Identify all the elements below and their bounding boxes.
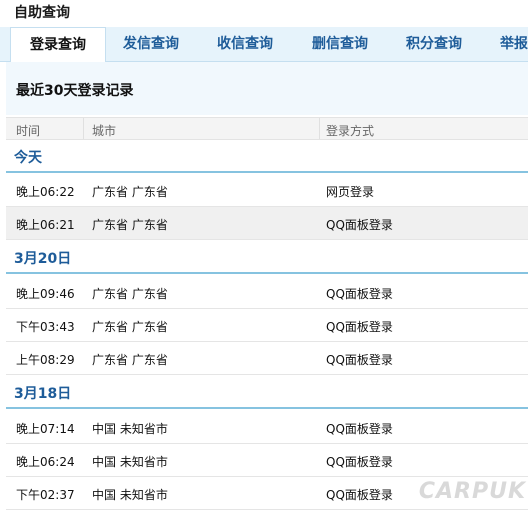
row-city: 广东省 广东省 [92,218,168,232]
table-row: 晚上06:22 广东省 广东省 网页登录 [6,174,528,207]
table-row: 晚上06:24 中国 未知省市 QQ面板登录 [6,444,528,477]
tab-deleted-query[interactable]: 删信查询 [312,27,368,62]
row-time: 晚上06:24 [16,455,75,469]
row-time: 晚上06:21 [16,218,75,232]
row-city: 广东省 广东省 [92,353,168,367]
date-group-label: 今天 [14,150,42,166]
section-header: 最近30天登录记录 [6,62,528,115]
table-row: 上午08:29 广东省 广东省 QQ面板登录 [6,342,528,375]
row-method: QQ面板登录 [326,353,393,367]
section-title: 最近30天登录记录 [16,83,134,99]
table-row: 下午03:43 广东省 广东省 QQ面板登录 [6,309,528,342]
row-time: 下午02:37 [16,488,75,502]
tab-sent-query[interactable]: 发信查询 [123,27,179,62]
row-city: 广东省 广东省 [92,185,168,199]
tab-report[interactable]: 举报 [500,27,528,62]
row-method: QQ面板登录 [326,455,393,469]
watermark-logo: CARPUK [418,479,526,504]
date-group-label: 3月18日 [14,386,72,402]
date-group-header: 今天 [6,140,528,173]
row-time: 上午08:29 [16,353,75,367]
table-row: 晚上07:14 中国 未知省市 QQ面板登录 [6,411,528,444]
row-time: 晚上06:22 [16,185,75,199]
date-group-header: 3月20日 [6,241,528,274]
column-city: 城市 [92,124,117,138]
tab-points-query[interactable]: 积分查询 [406,27,462,62]
row-method: QQ面板登录 [326,218,393,232]
date-group-header: 3月18日 [6,376,528,409]
column-divider [319,118,320,139]
table-row: 晚上09:46 广东省 广东省 QQ面板登录 [6,276,528,309]
table-header: 时间 城市 登录方式 [6,117,528,140]
row-time: 晚上09:46 [16,287,75,301]
date-group-label: 3月20日 [14,251,72,267]
row-time: 下午03:43 [16,320,75,334]
row-method: QQ面板登录 [326,287,393,301]
row-city: 中国 未知省市 [92,488,168,502]
tab-received-query[interactable]: 收信查询 [217,27,273,62]
tab-login-query[interactable]: 登录查询 [10,27,106,63]
table-row: 晚上06:21 广东省 广东省 QQ面板登录 [6,207,528,240]
row-city: 中国 未知省市 [92,422,168,436]
column-divider [83,118,84,139]
row-city: 中国 未知省市 [92,455,168,469]
row-method: QQ面板登录 [326,422,393,436]
page-title: 自助查询 [14,5,70,21]
row-city: 广东省 广东省 [92,287,168,301]
column-method: 登录方式 [326,124,375,138]
row-time: 晚上07:14 [16,422,75,436]
column-time: 时间 [16,124,41,138]
tab-bar: 登录查询 发信查询 收信查询 删信查询 积分查询 举报 [0,27,528,63]
row-method: 网页登录 [326,185,375,199]
row-city: 广东省 广东省 [92,320,168,334]
row-method: QQ面板登录 [326,320,393,334]
row-method: QQ面板登录 [326,488,393,502]
